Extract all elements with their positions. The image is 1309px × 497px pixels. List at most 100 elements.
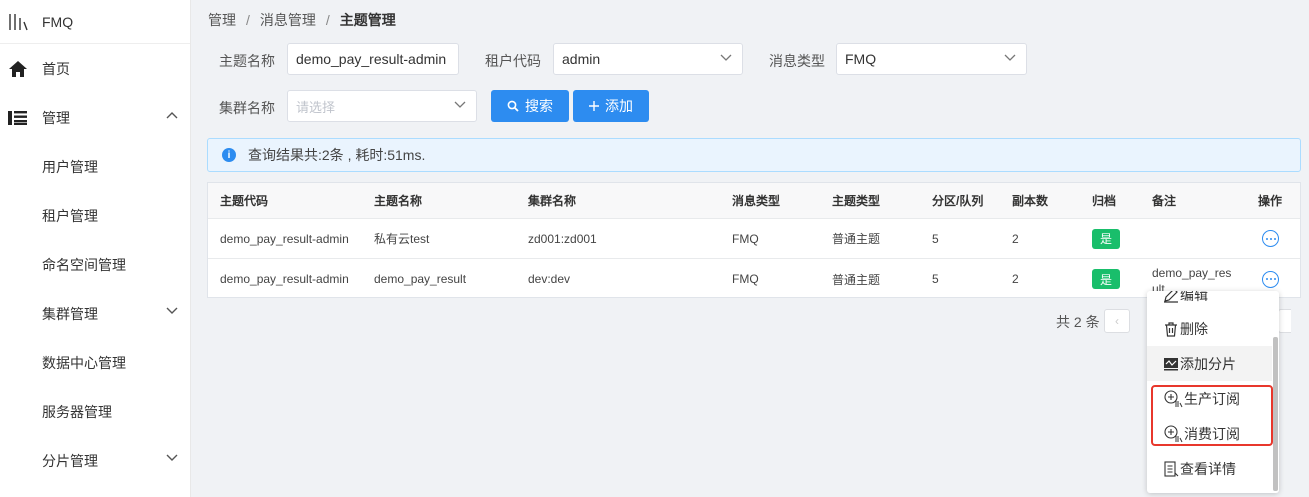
chevron-down-icon bbox=[166, 454, 178, 461]
cell-topic-type: 普通主题 bbox=[832, 272, 881, 287]
pagination-prev-button[interactable]: ‹ bbox=[1104, 309, 1130, 333]
search-icon bbox=[507, 100, 519, 112]
app-logo[interactable]: FMQ bbox=[0, 0, 190, 44]
menu-item-label: 删除 bbox=[1180, 320, 1208, 337]
menu-item-delete[interactable]: 删除 bbox=[1147, 311, 1272, 346]
cell-msg-type: FMQ bbox=[732, 272, 759, 286]
search-button-label: 搜索 bbox=[525, 98, 553, 114]
col-msg-type[interactable]: 消息类型 bbox=[732, 183, 780, 218]
sidebar-item-cluster-manage[interactable]: 集群管理 bbox=[0, 289, 190, 338]
sidebar-item-label: 服务器管理 bbox=[42, 403, 112, 420]
cell-replicas: 2 bbox=[1012, 272, 1019, 286]
cell-actions bbox=[1262, 219, 1279, 258]
msg-type-select[interactable]: FMQ bbox=[836, 43, 1027, 75]
alert-text: 查询结果共:2条 , 耗时:51ms. bbox=[248, 147, 426, 163]
trash-icon bbox=[1165, 321, 1177, 337]
col-topic-name[interactable]: 主题名称 bbox=[374, 183, 422, 218]
table-row[interactable]: demo_pay_result-admin demo_pay_result de… bbox=[208, 259, 1300, 299]
cell-archive: 是 bbox=[1092, 259, 1120, 299]
col-cluster-name[interactable]: 集群名称 bbox=[528, 183, 576, 218]
breadcrumb-manage[interactable]: 管理 bbox=[208, 12, 236, 28]
cell-archive: 是 bbox=[1092, 219, 1120, 258]
edit-icon bbox=[1164, 291, 1178, 303]
menu-item-view-details[interactable]: 查看详情 bbox=[1147, 451, 1272, 486]
breadcrumb-separator: / bbox=[246, 12, 250, 28]
shard-icon bbox=[1164, 357, 1178, 370]
cell-replicas: 2 bbox=[1012, 231, 1019, 246]
topic-name-label: 主题名称 bbox=[219, 53, 275, 69]
add-button-label: 添加 bbox=[605, 98, 633, 114]
chevron-up-icon bbox=[166, 112, 178, 119]
sidebar-item-label: 数据中心管理 bbox=[42, 354, 126, 371]
plus-icon bbox=[589, 101, 599, 111]
cell-msg-type: FMQ bbox=[732, 231, 759, 246]
app-title: FMQ bbox=[42, 13, 74, 30]
chevron-down-icon bbox=[720, 54, 732, 61]
tenant-select[interactable]: admin bbox=[553, 43, 743, 75]
sidebar-item-server-manage[interactable]: 服务器管理 bbox=[0, 387, 190, 436]
more-actions-button[interactable] bbox=[1262, 230, 1279, 247]
chevron-down-icon bbox=[166, 307, 178, 314]
msg-type-value: FMQ bbox=[845, 51, 877, 67]
cell-cluster-name: dev:dev bbox=[528, 272, 571, 286]
add-button[interactable]: 添加 bbox=[573, 90, 649, 122]
sidebar-item-label: 用户管理 bbox=[42, 158, 98, 175]
sidebar-item-label: 命名空间管理 bbox=[42, 256, 126, 273]
breadcrumb: 管理 / 消息管理 / 主题管理 bbox=[208, 10, 396, 30]
sidebar-item-label: 管理 bbox=[42, 109, 70, 126]
cluster-select[interactable]: 请选择 bbox=[287, 90, 477, 122]
sidebar-item-shard-manage[interactable]: 分片管理 bbox=[0, 436, 190, 485]
cluster-label: 集群名称 bbox=[219, 100, 275, 116]
sidebar-item-user-manage[interactable]: 用户管理 bbox=[0, 142, 190, 191]
menu-item-label: 添加分片 bbox=[1180, 355, 1236, 372]
topic-table: 主题代码 主题名称 集群名称 消息类型 主题类型 分区/队列 副本数 归档 备注… bbox=[207, 182, 1301, 298]
cell-topic-name: demo_pay_result bbox=[374, 272, 467, 286]
cluster-placeholder: 请选择 bbox=[296, 99, 336, 115]
cell-partition: 5 bbox=[932, 272, 939, 286]
sidebar-item-datacenter-manage[interactable]: 数据中心管理 bbox=[0, 338, 190, 387]
menu-item-add-shard[interactable]: 添加分片 bbox=[1147, 346, 1272, 381]
highlight-box bbox=[1151, 385, 1273, 446]
tenant-value: admin bbox=[562, 51, 601, 67]
col-replicas[interactable]: 副本数 bbox=[1012, 183, 1048, 218]
home-icon bbox=[9, 60, 27, 77]
cell-topic-name: 私有云test bbox=[374, 232, 430, 246]
sidebar-item-label: 集群管理 bbox=[42, 305, 98, 322]
sidebar-item-tenant-manage[interactable]: 租户管理 bbox=[0, 191, 190, 240]
topic-name-value: demo_pay_result-admin bbox=[296, 51, 447, 67]
col-actions: 操作 bbox=[1258, 194, 1283, 208]
menu-item-edit[interactable]: 编辑 bbox=[1147, 291, 1272, 312]
topic-name-input[interactable]: demo_pay_result-admin bbox=[287, 43, 459, 75]
cell-topic-code: demo_pay_result-admin bbox=[220, 231, 349, 246]
cell-partition: 5 bbox=[932, 231, 939, 246]
info-icon: i bbox=[222, 148, 236, 162]
col-topic-type[interactable]: 主题类型 bbox=[832, 183, 880, 218]
breadcrumb-current: 主题管理 bbox=[339, 12, 396, 28]
sidebar: FMQ 首页 管理 用户管理 租户管理 命名空间管理 集群管理 数据中心管理 服… bbox=[0, 0, 191, 497]
breadcrumb-message-manage[interactable]: 消息管理 bbox=[260, 12, 316, 28]
more-actions-button[interactable] bbox=[1262, 270, 1279, 288]
cell-topic-code: demo_pay_result-admin bbox=[220, 272, 349, 286]
col-remark[interactable]: 备注 bbox=[1152, 183, 1176, 218]
search-button[interactable]: 搜索 bbox=[491, 90, 569, 122]
sidebar-item-namespace-manage[interactable]: 命名空间管理 bbox=[0, 240, 190, 289]
col-archive[interactable]: 归档 bbox=[1092, 183, 1116, 218]
pagination-total: 共 2 条 bbox=[1056, 314, 1100, 330]
cell-topic-type: 普通主题 bbox=[832, 232, 881, 246]
table-header: 主题代码 主题名称 集群名称 消息类型 主题类型 分区/队列 副本数 归档 备注… bbox=[208, 183, 1300, 219]
col-partition[interactable]: 分区/队列 bbox=[932, 183, 983, 218]
sidebar-item-manage[interactable]: 管理 bbox=[0, 93, 190, 142]
menu-scrollbar[interactable] bbox=[1273, 337, 1278, 491]
main-content: 管理 / 消息管理 / 主题管理 主题名称 demo_pay_result-admin … bbox=[192, 0, 1309, 497]
chevron-down-icon bbox=[1004, 54, 1016, 61]
table-row[interactable]: demo_pay_result-admin 私有云test zd001:zd00… bbox=[208, 219, 1300, 259]
menu-item-label: 编辑 bbox=[1180, 291, 1208, 303]
sidebar-item-label: 分片管理 bbox=[42, 452, 98, 469]
cell-cluster-name: zd001:zd001 bbox=[528, 231, 597, 246]
pagination-next-button[interactable] bbox=[1278, 309, 1291, 333]
sidebar-item-label: 租户管理 bbox=[42, 207, 98, 224]
sidebar-item-home[interactable]: 首页 bbox=[0, 44, 190, 93]
col-topic-code[interactable]: 主题代码 bbox=[220, 183, 268, 218]
chevron-down-icon bbox=[454, 101, 466, 108]
menu-item-label: 查看详情 bbox=[1180, 460, 1236, 477]
